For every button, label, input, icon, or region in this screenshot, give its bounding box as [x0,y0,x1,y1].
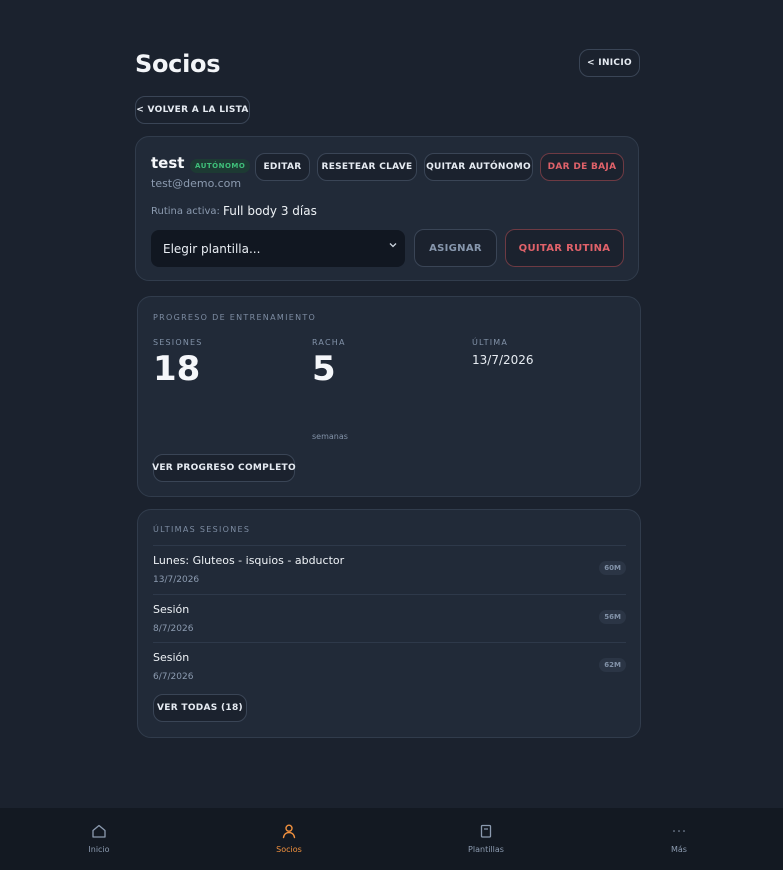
session-duration-badge: 56M [599,610,626,624]
session-row[interactable]: Lunes: Gluteos - isquios - abductor 13/7… [153,545,626,594]
edit-button[interactable]: EDITAR [255,153,310,181]
autonomous-badge: AUTÓNOMO [190,159,251,173]
progress-title: PROGRESO DE ENTRENAMIENTO [153,313,317,322]
member-name: test [151,154,185,172]
recent-sessions-title: ÚLTIMAS SESIONES [153,525,251,534]
session-row[interactable]: Sesión 6/7/2026 62M [153,642,626,691]
view-full-progress-button[interactable]: VER PROGRESO COMPLETO [152,454,296,482]
session-name: Sesión [153,651,190,664]
nav-item-mas[interactable]: Más [629,808,729,870]
nav-item-socios[interactable]: Socios [239,808,339,870]
page-title: Socios [135,50,221,78]
nav-label: Inicio [88,845,110,854]
session-name: Sesión [153,603,190,616]
member-email: test@demo.com [151,177,242,190]
nav-item-plantillas[interactable]: Plantillas [436,808,536,870]
streak-value: 5 [312,349,336,389]
session-row[interactable]: Sesión 8/7/2026 56M [153,594,626,643]
recent-sessions-card: ÚLTIMAS SESIONES Lunes: Gluteos - isquio… [137,509,641,738]
member-card: test AUTÓNOMO test@demo.com EDITAR RESET… [135,136,639,281]
template-select-value: Elegir plantilla... [163,241,261,256]
session-date: 6/7/2026 [153,672,194,682]
home-button[interactable]: < INICIO [579,49,640,77]
nav-label: Socios [276,845,302,854]
remove-autonomous-button[interactable]: QUITAR AUTÓNOMO [424,153,533,181]
assign-button[interactable]: ASIGNAR [414,229,497,267]
reset-password-button[interactable]: RESETEAR CLAVE [317,153,417,181]
progress-card: PROGRESO DE ENTRENAMIENTO SESIONES 18 RA… [137,296,641,497]
more-icon [671,823,687,843]
home-icon [91,823,107,843]
nav-label: Plantillas [468,845,504,854]
session-duration-badge: 62M [599,658,626,672]
nav-label: Más [671,845,687,854]
deactivate-button[interactable]: DAR DE BAJA [540,153,624,181]
user-icon [281,823,297,843]
remove-routine-button[interactable]: QUITAR RUTINA [505,229,624,267]
nav-item-inicio[interactable]: Inicio [49,808,149,870]
last-session-date: 13/7/2026 [472,353,534,367]
streak-unit: semanas [312,432,348,441]
view-all-sessions-button[interactable]: VER TODAS (18) [153,694,247,722]
template-select[interactable]: Elegir plantilla... [151,230,405,267]
routine-value: Full body 3 días [223,204,317,218]
routine-label: Rutina activa: [151,206,220,217]
session-duration-badge: 60M [599,561,626,575]
last-session-label: ÚLTIMA [472,338,509,347]
streak-label: RACHA [312,338,346,347]
session-date: 13/7/2026 [153,575,200,585]
back-to-list-button[interactable]: < VOLVER A LA LISTA [135,96,250,124]
clipboard-icon [478,823,494,843]
sessions-value: 18 [153,349,201,389]
sessions-label: SESIONES [153,338,203,347]
session-name: Lunes: Gluteos - isquios - abductor [153,554,345,567]
chevron-down-icon [389,241,397,252]
bottom-nav: Inicio Socios Plantillas Más [0,808,783,870]
session-date: 8/7/2026 [153,624,194,634]
